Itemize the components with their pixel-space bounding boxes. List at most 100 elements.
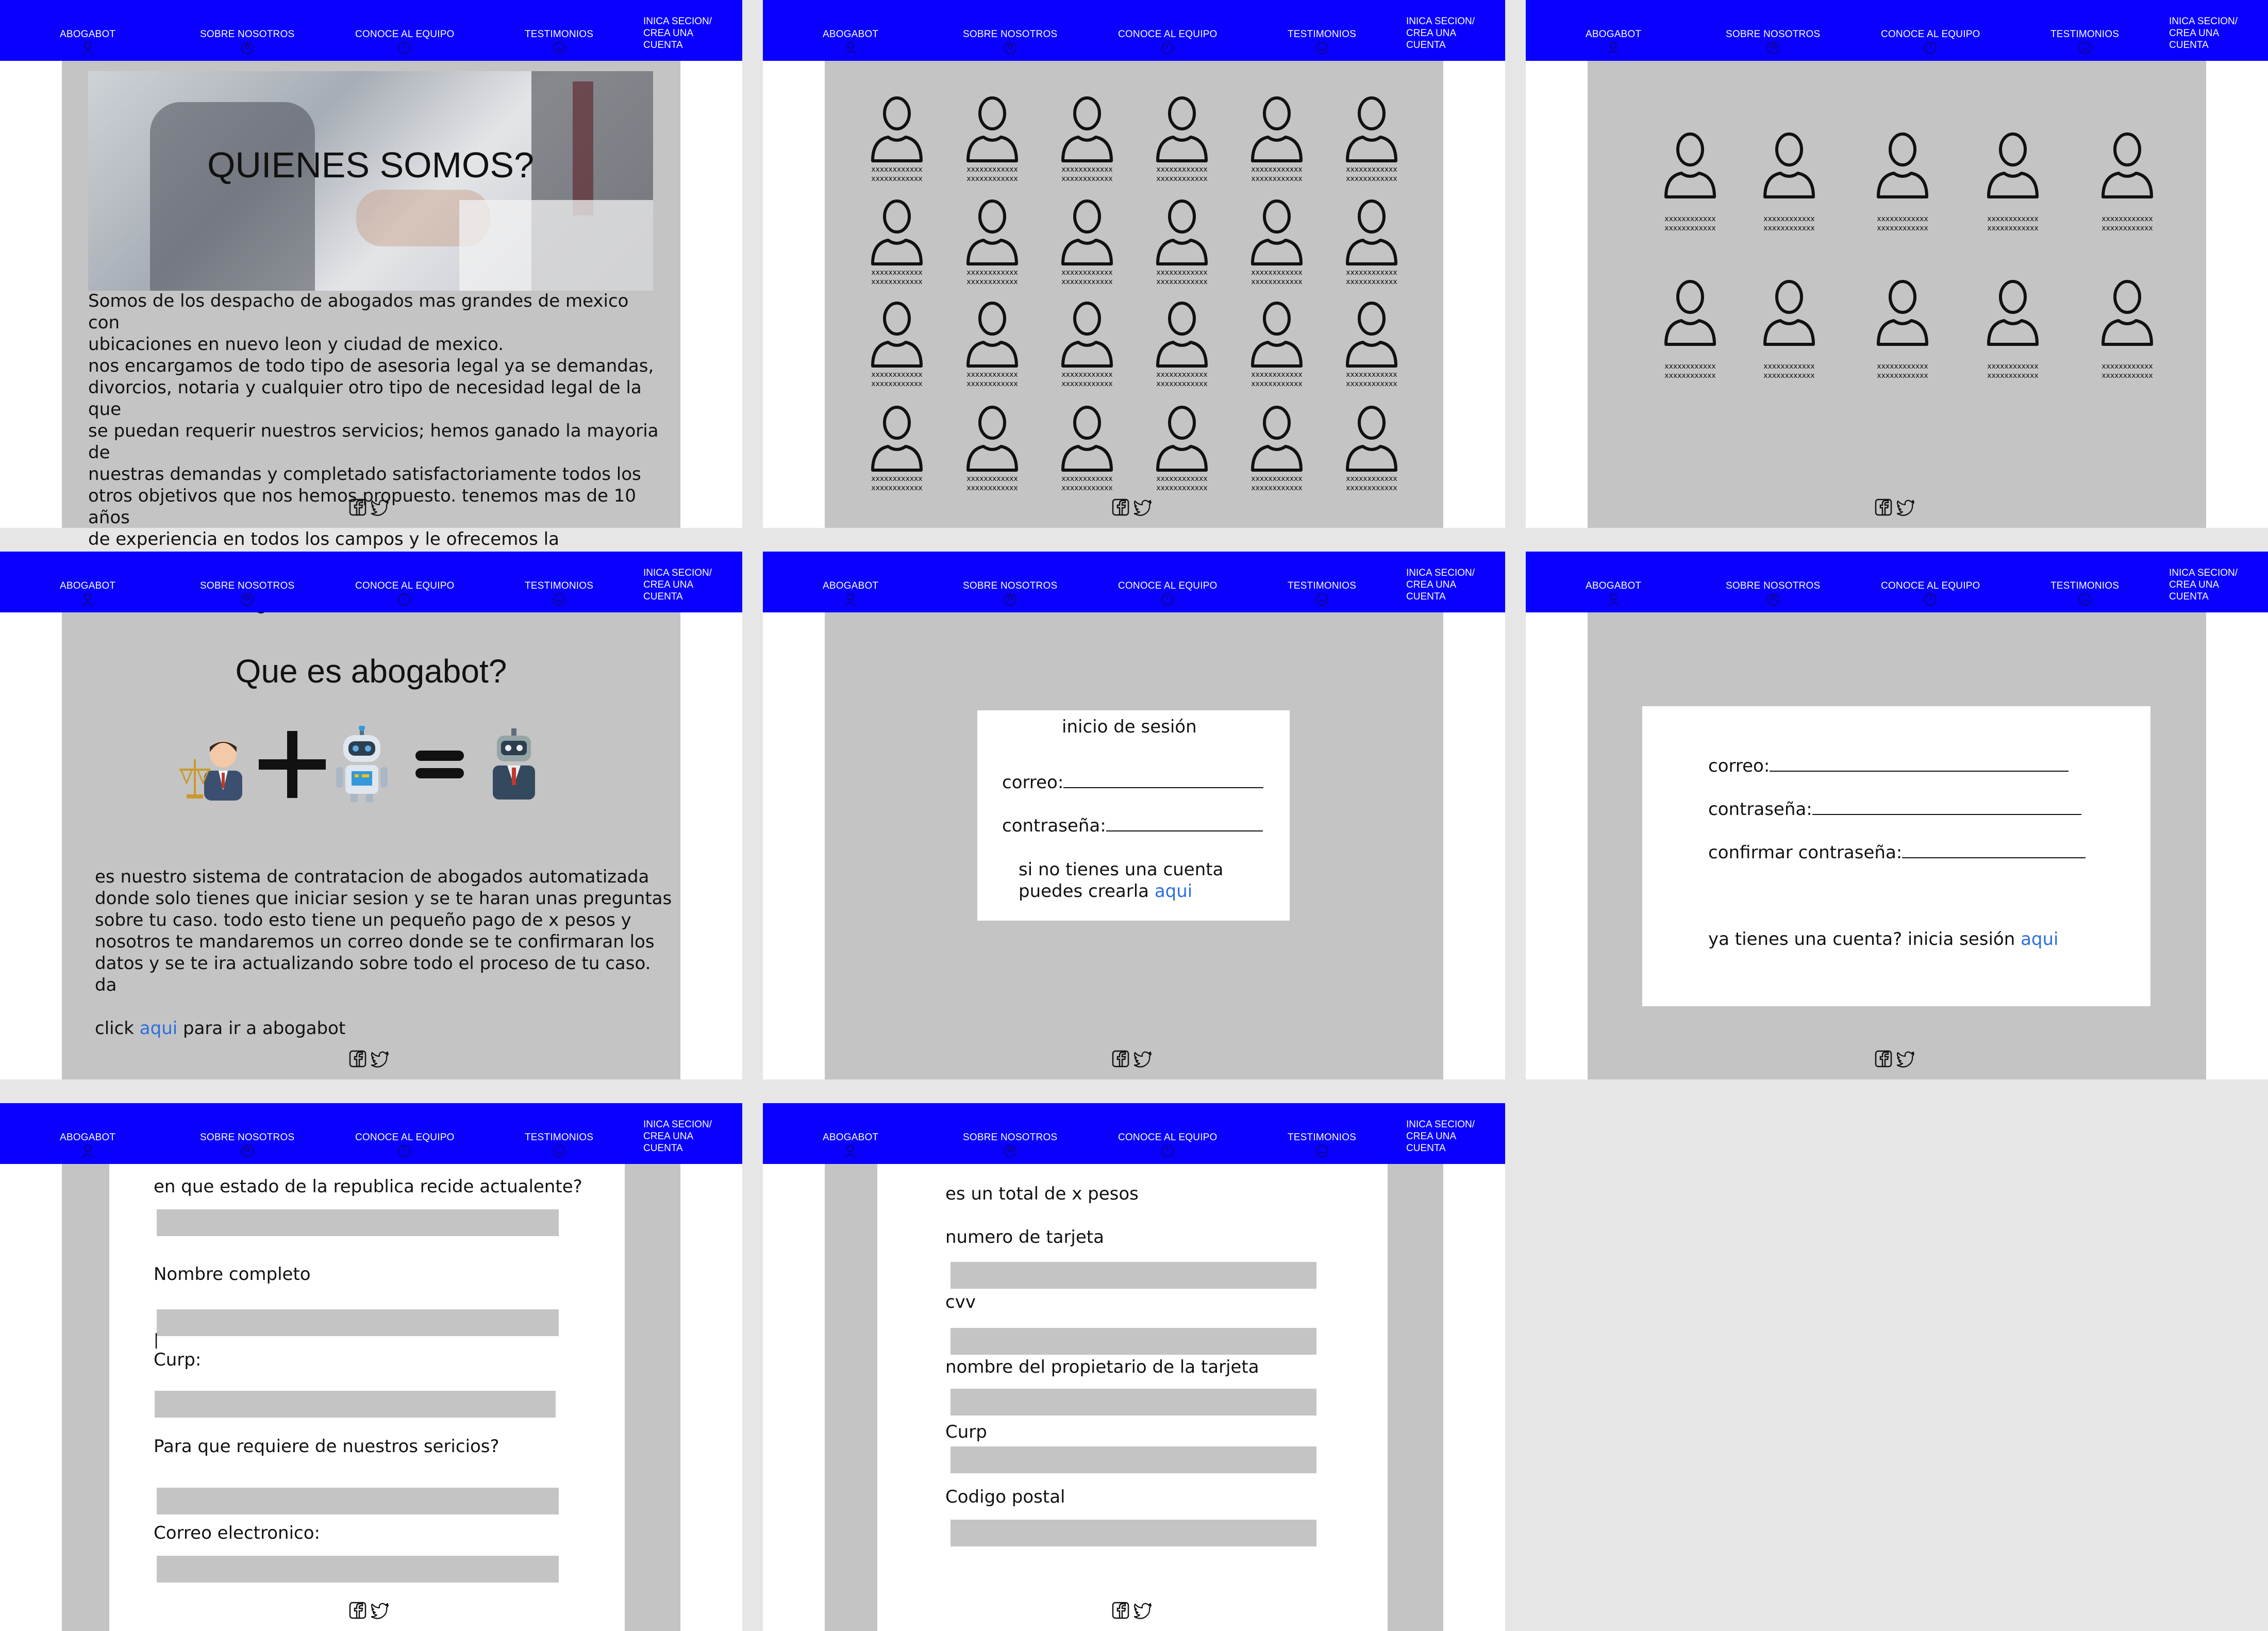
member-name: xxxxxxxxxxxx xxxxxxxxxxxx — [1251, 165, 1303, 183]
register-confirm-field[interactable]: confirmar contraseña: — [1708, 842, 2086, 863]
state-input[interactable] — [157, 1209, 559, 1236]
team-member: xxxxxxxxxxxx xxxxxxxxxxxx — [1338, 402, 1405, 493]
nav-team[interactable]: CONOCE AL EQUIPO — [1118, 580, 1218, 606]
facebook-icon[interactable] — [348, 498, 367, 517]
nav-login[interactable]: INICA SECION/ CREA UNA CUENTA — [1406, 1119, 1489, 1154]
curp-input[interactable] — [950, 1446, 1316, 1473]
facebook-icon[interactable] — [1111, 1601, 1130, 1620]
name-input[interactable] — [157, 1309, 559, 1336]
nav-team[interactable]: CONOCE AL EQUIPO — [355, 580, 455, 606]
team-icon — [398, 1145, 411, 1157]
nav-login[interactable]: INICA SECION/ CREA UNA CUENTA — [2169, 567, 2252, 603]
password-input-line[interactable] — [1106, 816, 1263, 831]
nav-testimonials[interactable]: TESTIMONIOS — [525, 1132, 593, 1157]
chat-icon — [1315, 593, 1328, 606]
nav-team[interactable]: CONOCE AL EQUIPO — [355, 29, 455, 54]
facebook-icon[interactable] — [1874, 498, 1893, 517]
nav-brand[interactable]: ABOGABOT — [823, 29, 878, 55]
twitter-icon[interactable] — [1896, 1050, 1915, 1068]
person-icon — [1979, 129, 2046, 201]
twitter-icon[interactable] — [370, 1601, 390, 1620]
social-links — [1111, 1050, 1153, 1068]
email-input-line[interactable] — [1063, 773, 1264, 788]
twitter-icon[interactable] — [1133, 1601, 1153, 1620]
info-icon — [1004, 42, 1016, 54]
team-member: xxxxxxxxxxxx xxxxxxxxxxxx — [1869, 129, 1936, 233]
nav-login[interactable]: INICA SECION/ CREA UNA CUENTA — [643, 1119, 726, 1154]
nav-testimonials[interactable]: TESTIMONIOS — [2050, 580, 2119, 606]
nav-testimonials[interactable]: TESTIMONIOS — [525, 29, 593, 54]
email-input[interactable] — [157, 1556, 559, 1583]
twitter-icon[interactable] — [1133, 498, 1153, 517]
user-icon — [1608, 593, 1619, 607]
social-links — [348, 498, 390, 517]
team-member: xxxxxxxxxxxx xxxxxxxxxxxx — [1756, 276, 1823, 380]
owner-input[interactable] — [950, 1389, 1316, 1416]
twitter-icon[interactable] — [370, 1050, 390, 1068]
nav-team[interactable]: CONOCE AL EQUIPO — [1881, 580, 1980, 606]
email-input-line[interactable] — [1770, 756, 2069, 772]
nav-testimonials[interactable]: TESTIMONIOS — [1288, 1132, 1356, 1157]
register-email-field[interactable]: correo: — [1708, 756, 2069, 776]
nav-team[interactable]: CONOCE AL EQUIPO — [1881, 29, 1980, 54]
facebook-icon[interactable] — [1111, 498, 1130, 517]
nav-login[interactable]: INICA SECION/ CREA UNA CUENTA — [1406, 15, 1489, 51]
nav-testimonials[interactable]: TESTIMONIOS — [1288, 580, 1356, 606]
team-icon — [1161, 42, 1174, 54]
nav-login[interactable]: INICA SECION/ CREA UNA CUENTA — [643, 567, 726, 603]
nav-about[interactable]: SOBRE NOSOTROS — [200, 580, 294, 606]
login-email-field[interactable]: correo: — [1002, 772, 1264, 793]
person-icon — [1979, 276, 2046, 348]
top-nav-bar: ABOGABOT SOBRE NOSOTROS CONOCE AL EQUIPO TE… — [0, 552, 742, 612]
nav-about[interactable]: SOBRE NOSOTROS — [963, 1132, 1057, 1157]
nav-team[interactable]: CONOCE AL EQUIPO — [1118, 29, 1218, 54]
nav-about[interactable]: SOBRE NOSOTROS — [963, 580, 1057, 606]
nav-about[interactable]: SOBRE NOSOTROS — [963, 29, 1057, 54]
twitter-icon[interactable] — [1133, 1050, 1153, 1068]
login-password-field[interactable]: contraseña: — [1002, 816, 1263, 836]
nav-about[interactable]: SOBRE NOSOTROS — [200, 29, 294, 54]
nav-about[interactable]: SOBRE NOSOTROS — [1726, 580, 1820, 606]
nav-about[interactable]: SOBRE NOSOTROS — [1726, 29, 1820, 54]
facebook-icon[interactable] — [1111, 1050, 1130, 1068]
nav-brand[interactable]: ABOGABOT — [1586, 580, 1641, 607]
member-name: xxxxxxxxxxxx xxxxxxxxxxxx — [871, 371, 923, 388]
facebook-icon[interactable] — [1874, 1050, 1893, 1068]
nav-brand[interactable]: ABOGABOT — [60, 29, 115, 55]
top-nav-bar: ABOGABOT SOBRE NOSOTROS CONOCE AL EQUIPO TE… — [763, 1103, 1505, 1164]
confirm-input-line[interactable] — [1902, 843, 2086, 858]
abogabot-link[interactable]: aqui — [140, 1018, 177, 1039]
nav-brand[interactable]: ABOGABOT — [823, 1132, 878, 1158]
purpose-input[interactable] — [157, 1488, 559, 1514]
nav-team[interactable]: CONOCE AL EQUIPO — [1118, 1132, 1218, 1157]
cvv-input[interactable] — [950, 1328, 1316, 1355]
nav-brand[interactable]: ABOGABOT — [823, 580, 878, 607]
create-account-link[interactable]: aqui — [1155, 881, 1192, 902]
nav-brand[interactable]: ABOGABOT — [60, 580, 115, 607]
nav-about[interactable]: SOBRE NOSOTROS — [200, 1132, 294, 1157]
nav-team[interactable]: CONOCE AL EQUIPO — [355, 1132, 455, 1157]
member-name: xxxxxxxxxxxx xxxxxxxxxxxx — [966, 371, 1018, 388]
curp-input[interactable] — [155, 1391, 556, 1418]
member-name: xxxxxxxxxxxx xxxxxxxxxxxx — [1987, 215, 2039, 232]
nav-testimonials[interactable]: TESTIMONIOS — [1288, 29, 1356, 54]
register-password-field[interactable]: contraseña: — [1708, 799, 2081, 820]
nav-login[interactable]: INICA SECION/ CREA UNA CUENTA — [1406, 567, 1489, 603]
twitter-icon[interactable] — [370, 498, 390, 517]
nav-brand[interactable]: ABOGABOT — [60, 1132, 115, 1158]
nav-testimonials[interactable]: TESTIMONIOS — [525, 580, 593, 606]
login-link[interactable]: aqui — [2021, 929, 2058, 950]
person-icon — [1054, 196, 1121, 268]
section-title: Que es abogabot? — [235, 653, 507, 690]
facebook-icon[interactable] — [348, 1601, 367, 1620]
card-number-input[interactable] — [950, 1262, 1316, 1289]
facebook-icon[interactable] — [348, 1050, 367, 1068]
nav-login[interactable]: INICA SECION/ CREA UNA CUENTA — [643, 15, 726, 51]
postal-code-input[interactable] — [950, 1520, 1316, 1546]
twitter-icon[interactable] — [1896, 498, 1915, 517]
password-input-line[interactable] — [1812, 800, 2081, 815]
nav-login[interactable]: INICA SECION/ CREA UNA CUENTA — [2169, 15, 2252, 51]
nav-testimonials[interactable]: TESTIMONIOS — [2050, 29, 2119, 54]
lawyer-icon — [179, 741, 242, 801]
nav-brand[interactable]: ABOGABOT — [1586, 29, 1641, 55]
